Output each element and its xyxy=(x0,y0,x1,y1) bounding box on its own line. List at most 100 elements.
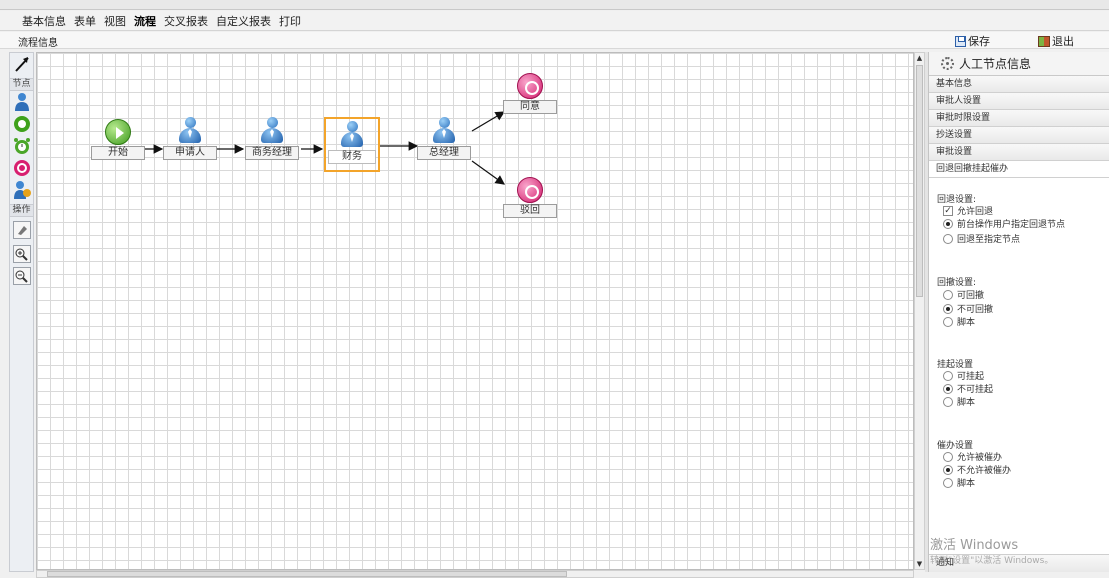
end-circle-icon xyxy=(13,160,30,176)
withdraw-script-radio[interactable]: 脚本 xyxy=(943,315,975,328)
end-icon xyxy=(517,73,543,99)
urge-script-radio[interactable]: 脚本 xyxy=(943,476,975,489)
radio-icon xyxy=(943,370,953,381)
withdraw-deny-radio[interactable]: 不可回撤 xyxy=(943,302,993,315)
node-reject[interactable]: 驳回 xyxy=(503,177,557,218)
node-approve-label: 同意 xyxy=(503,100,557,114)
suspend-allow-radio[interactable]: 可挂起 xyxy=(943,369,984,382)
tab-view[interactable]: 视图 xyxy=(100,13,130,29)
end-node-button[interactable] xyxy=(11,158,32,178)
gear-icon xyxy=(941,57,954,70)
activation-watermark-sub: 转到"设置"以激活 Windows。 xyxy=(930,556,1054,566)
section-rollback-etc[interactable]: 回退回撤挂起催办 xyxy=(929,161,1109,178)
tab-cross-report[interactable]: 交叉报表 xyxy=(160,13,212,29)
exit-label: 退出 xyxy=(1052,35,1074,48)
withdraw-opt2-label: 不可回撤 xyxy=(957,305,994,315)
flow-info-title: 流程信息 xyxy=(18,38,58,49)
tab-basic-info[interactable]: 基本信息 xyxy=(18,13,70,29)
save-icon xyxy=(955,35,966,47)
ops-header: 操作 xyxy=(10,204,33,217)
node-start[interactable]: 开始 xyxy=(91,119,145,160)
tab-flow[interactable]: 流程 xyxy=(130,13,160,29)
node-biz-manager[interactable]: 商务经理 xyxy=(245,117,299,160)
zoom-out-button[interactable] xyxy=(11,266,32,286)
tab-custom-report[interactable]: 自定义报表 xyxy=(212,13,275,29)
section-basic-info[interactable]: 基本信息 xyxy=(929,76,1109,93)
select-tool-button[interactable] xyxy=(11,54,32,74)
radio-selected-icon xyxy=(943,218,953,229)
suspend-deny-radio[interactable]: 不可挂起 xyxy=(943,382,993,395)
urge-allow-radio[interactable]: 允许被催办 xyxy=(943,450,1002,463)
toolbar: 流程信息 保存 退出 xyxy=(0,32,1109,49)
withdraw-label: 回撤设置: xyxy=(937,278,977,288)
canvas-vertical-scrollbar[interactable]: ▲ ▼ xyxy=(914,52,925,570)
node-gm-label: 总经理 xyxy=(417,146,471,160)
person-icon xyxy=(14,93,29,111)
node-applicant[interactable]: 申请人 xyxy=(163,117,217,160)
edge-gm-reject xyxy=(471,160,505,185)
checkbox-checked-icon: ✓ xyxy=(943,205,953,216)
zoom-in-button[interactable] xyxy=(11,244,32,264)
human-node-button[interactable] xyxy=(11,92,32,112)
sub-flow-node-button[interactable] xyxy=(11,180,32,200)
radio-selected-icon xyxy=(943,383,953,394)
suspend-opt2-label: 不可挂起 xyxy=(957,385,994,395)
section-cc[interactable]: 抄送设置 xyxy=(929,127,1109,144)
edge-gm-approve xyxy=(471,111,506,132)
save-button[interactable]: 保存 xyxy=(955,33,990,49)
withdraw-allow-radio[interactable]: 可回撤 xyxy=(943,288,984,301)
person-icon xyxy=(339,121,365,149)
rollback-user-specified-radio[interactable]: 前台操作用户指定回退节点 xyxy=(943,217,1065,230)
panel-header: 人工节点信息 xyxy=(929,52,1109,76)
tab-print[interactable]: 打印 xyxy=(275,13,305,29)
urge-opt3-label: 脚本 xyxy=(957,479,976,489)
node-approve[interactable]: 同意 xyxy=(503,73,557,114)
section-time-limit[interactable]: 审批时限设置 xyxy=(929,110,1109,127)
start-icon xyxy=(105,119,131,145)
person-icon xyxy=(431,117,457,145)
canvas-horizontal-scrollbar[interactable] xyxy=(36,570,914,578)
suspend-script-radio[interactable]: 脚本 xyxy=(943,395,975,408)
rollback-to-node-radio[interactable]: 回退至指定节点 xyxy=(943,232,1020,245)
scroll-up-icon[interactable]: ▲ xyxy=(915,53,924,63)
node-finance[interactable]: 财务 xyxy=(324,117,380,172)
urge-opt1-label: 允许被催办 xyxy=(957,453,1003,463)
timer-node-button[interactable] xyxy=(11,136,32,156)
hscroll-thumb[interactable] xyxy=(47,571,567,577)
node-applicant-label: 申请人 xyxy=(163,146,217,160)
arrow-pointer-icon xyxy=(14,57,29,72)
urge-deny-radio[interactable]: 不允许被催办 xyxy=(943,463,1011,476)
exit-button[interactable]: 退出 xyxy=(1038,33,1074,49)
start-node-button[interactable] xyxy=(11,114,32,134)
node-gm[interactable]: 总经理 xyxy=(417,117,471,160)
node-properties-panel: 人工节点信息 基本信息 审批人设置 审批时限设置 抄送设置 审批设置 回退回撤挂… xyxy=(928,52,1109,572)
clock-icon xyxy=(13,138,30,154)
withdraw-opt1-label: 可回撤 xyxy=(957,291,985,301)
tab-form[interactable]: 表单 xyxy=(70,13,100,29)
radio-selected-icon xyxy=(943,303,953,314)
eraser-button[interactable] xyxy=(11,220,32,240)
radio-icon xyxy=(943,477,953,488)
scroll-thumb[interactable] xyxy=(916,65,923,297)
panel-title: 人工节点信息 xyxy=(959,57,1032,71)
activation-watermark: 激活 Windows xyxy=(930,538,1019,553)
person-group-icon xyxy=(13,181,31,199)
node-start-label: 开始 xyxy=(91,146,145,160)
suspend-opt3-label: 脚本 xyxy=(957,398,976,408)
suspend-opt1-label: 可挂起 xyxy=(957,372,985,382)
section-approver[interactable]: 审批人设置 xyxy=(929,93,1109,110)
section-approval[interactable]: 审批设置 xyxy=(929,144,1109,161)
allow-rollback-checkbox[interactable]: ✓ 允许回退 xyxy=(943,204,993,217)
start-circle-icon xyxy=(13,116,30,132)
node-finance-label: 财务 xyxy=(328,150,376,164)
nodes-header: 节点 xyxy=(10,78,33,91)
node-reject-label: 驳回 xyxy=(503,204,557,218)
flow-canvas[interactable]: 开始 申请人 商务经理 财务 总经理 同意 驳回 xyxy=(36,52,914,570)
zoom-in-icon xyxy=(12,245,31,263)
zoom-out-icon xyxy=(12,267,31,285)
rollback-opt2-label: 回退至指定节点 xyxy=(957,235,1021,245)
tab-bar: 基本信息 表单 视图 流程 交叉报表 自定义报表 打印 xyxy=(0,11,1109,31)
eraser-icon xyxy=(12,221,31,239)
radio-icon xyxy=(943,233,953,244)
scroll-down-icon[interactable]: ▼ xyxy=(915,559,924,569)
